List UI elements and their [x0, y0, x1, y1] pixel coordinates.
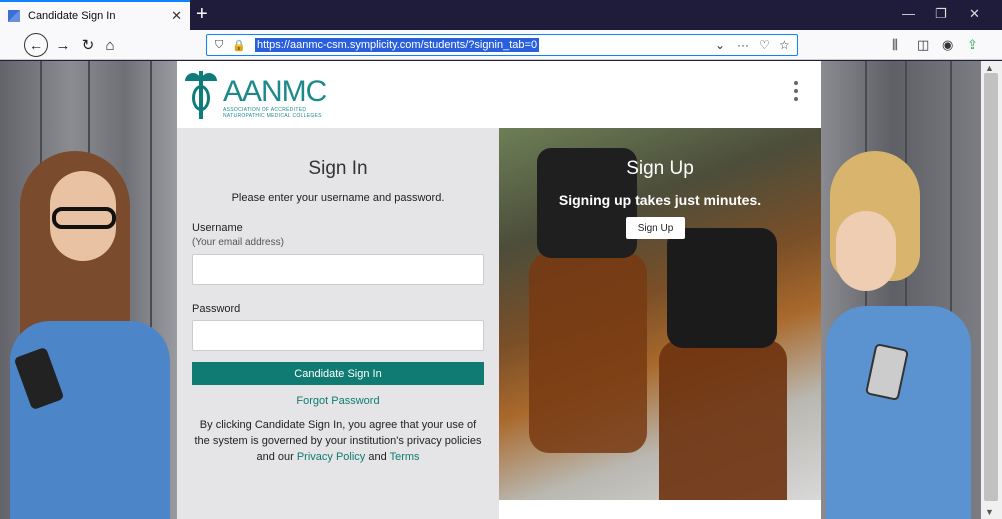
logo-text: AANMC ASSOCIATION OF ACCREDITED NATUROPA…: [223, 75, 327, 120]
username-hint: (Your email address): [192, 237, 284, 248]
username-label: Username: [192, 222, 243, 234]
terms-link[interactable]: Terms: [390, 451, 420, 463]
dot: [794, 89, 798, 93]
logo-subtitle-line2: NATUROPATHIC MEDICAL COLLEGES: [223, 113, 322, 119]
sign-up-subtitle: Signing up takes just minutes.: [558, 192, 762, 208]
library-icon[interactable]: ⫼: [892, 37, 898, 53]
home-icon[interactable]: ⌂: [99, 34, 121, 56]
privacy-policy-link[interactable]: Privacy Policy: [297, 451, 365, 463]
forgot-password-link[interactable]: Forgot Password: [177, 395, 499, 407]
sign-up-button[interactable]: Sign Up: [626, 217, 685, 239]
sign-in-panel: Sign In Please enter your username and p…: [177, 128, 499, 519]
bottle-photo: [529, 253, 647, 453]
password-field[interactable]: [192, 320, 484, 351]
address-bar[interactable]: ⛉ 🔒 https://aanmc-csm.symplicity.com/stu…: [206, 34, 798, 56]
dot: [794, 81, 798, 85]
minimize-icon[interactable]: —: [902, 6, 915, 21]
disclaimer-and: and: [365, 451, 390, 463]
candidate-sign-in-button[interactable]: Candidate Sign In: [192, 362, 484, 385]
bottle-cap-photo: [667, 228, 777, 348]
tab-close-icon[interactable]: ✕: [171, 8, 182, 24]
logo-wing: [201, 73, 217, 81]
photo-detail: [836, 211, 896, 291]
sign-in-disclaimer: By clicking Candidate Sign In, you agree…: [192, 417, 484, 465]
logo-title: AANMC: [223, 75, 327, 108]
sidebar-icon[interactable]: ◫: [917, 37, 929, 53]
url-text[interactable]: https://aanmc-csm.symplicity.com/student…: [254, 38, 540, 52]
extension-icon[interactable]: ⇪: [967, 37, 978, 53]
forward-arrow-icon[interactable]: →: [52, 34, 74, 56]
sign-up-heading: Sign Up: [626, 158, 694, 179]
caduceus-icon: [185, 69, 217, 121]
web-page: AANMC ASSOCIATION OF ACCREDITED NATUROPA…: [0, 61, 1002, 519]
photo-detail: [826, 306, 971, 519]
account-icon[interactable]: ◉: [942, 37, 953, 53]
shield-icon[interactable]: ⛉: [215, 39, 223, 52]
username-field[interactable]: [192, 254, 484, 285]
reload-icon[interactable]: ↻: [77, 34, 99, 56]
sign-in-heading: Sign In: [308, 158, 368, 179]
sign-up-panel-footer: [499, 500, 821, 519]
bottle-photo: [659, 340, 787, 500]
lock-icon[interactable]: 🔒: [232, 39, 246, 52]
back-arrow-icon[interactable]: ←: [24, 33, 48, 57]
site-favicon-icon: [8, 10, 20, 22]
navigation-toolbar: ← → ↻ ⌂ ⛉ 🔒 https://aanmc-csm.symplicity…: [0, 30, 1002, 60]
sign-in-instructions: Please enter your username and password.: [231, 192, 445, 204]
browser-tab[interactable]: Candidate Sign In ✕: [0, 0, 190, 30]
close-window-icon[interactable]: ✕: [969, 6, 980, 22]
star-icon[interactable]: ☆: [779, 38, 790, 52]
dot: [794, 97, 798, 101]
aanmc-logo[interactable]: AANMC ASSOCIATION OF ACCREDITED NATUROPA…: [185, 69, 327, 121]
kebab-menu-icon[interactable]: [794, 81, 798, 101]
site-header: AANMC ASSOCIATION OF ACCREDITED NATUROPA…: [177, 61, 821, 128]
password-label: Password: [192, 303, 241, 315]
chevron-down-icon[interactable]: ⌄: [715, 38, 725, 52]
new-tab-icon[interactable]: +: [196, 4, 208, 24]
tab-strip: Candidate Sign In ✕ + — ❐ ✕: [0, 0, 1002, 30]
more-icon[interactable]: ···: [737, 38, 749, 52]
scroll-down-icon[interactable]: ▼: [985, 507, 994, 517]
photo-detail: [52, 207, 116, 229]
logo-snake: [192, 85, 210, 111]
scroll-up-icon[interactable]: ▲: [985, 63, 994, 73]
pocket-icon[interactable]: ♡: [759, 38, 770, 52]
sign-up-panel: Sign Up Signing up takes just minutes. S…: [499, 128, 821, 500]
tab-title: Candidate Sign In: [28, 10, 116, 22]
scrollbar-thumb[interactable]: [984, 73, 998, 501]
restore-icon[interactable]: ❐: [935, 6, 947, 22]
